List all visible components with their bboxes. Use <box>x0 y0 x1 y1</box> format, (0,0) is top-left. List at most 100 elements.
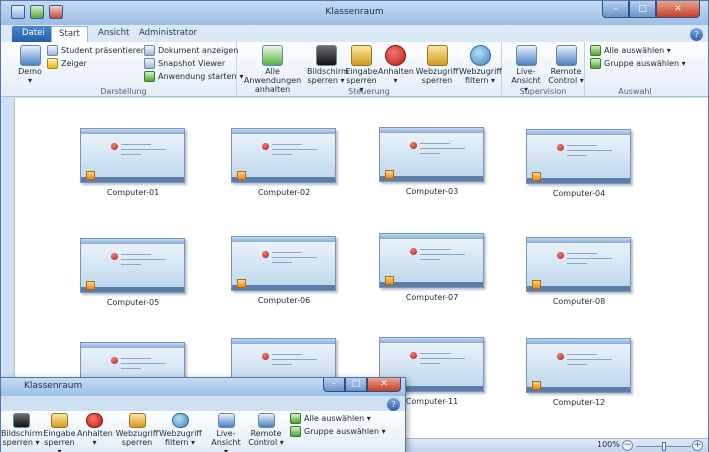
second-minimize-button[interactable]: – <box>323 378 345 392</box>
gruppe-auswaehlen-label: Gruppe auswählen ▾ <box>604 59 686 68</box>
remote-label: Remote <box>550 67 582 76</box>
group-label-darstellung: Darstellung <box>100 87 147 96</box>
second-ribbon: Bildschirm sperren ▾ Eingabe sperren ▾ A… <box>1 411 405 452</box>
second-remote-control-icon <box>257 413 275 428</box>
stop-apps-icon <box>262 45 283 66</box>
remote-control-button[interactable]: Remote Control ▾ <box>548 45 584 85</box>
web-lock-icon <box>426 45 448 66</box>
group-steuerung: Alle Anwendungen anhalten Bildschirm spe… <box>237 42 502 97</box>
zeiger-label: Zeiger <box>61 59 87 68</box>
second-screen-lock-icon <box>12 413 30 428</box>
webzugriff-sperren-button[interactable]: Webzugriff sperren <box>415 45 459 85</box>
minimize-button[interactable]: – <box>602 1 629 18</box>
demo-icon <box>19 45 41 66</box>
second-live-ansicht-button[interactable]: Live-Ansicht ▾ <box>205 413 247 452</box>
close-button[interactable]: ✕ <box>656 1 700 18</box>
bildschirm-sperren-label: sperren ▾ <box>307 76 345 85</box>
second-webzugriff-filtern-button[interactable]: Webzugriff filtern ▾ <box>159 413 202 447</box>
second-remote-label: Remote <box>250 429 282 438</box>
second-help-icon[interactable]: ? <box>387 398 400 411</box>
alle-auswaehlen-button[interactable]: Alle auswählen ▾ <box>590 45 671 56</box>
screen-lock-icon <box>315 45 337 66</box>
zoom-level: 100% <box>597 440 620 449</box>
computer-screen-thumbnail[interactable] <box>231 236 336 291</box>
second-select-group-icon <box>290 426 301 437</box>
tab-start[interactable]: Start <box>51 26 88 42</box>
second-webzugriff-filter-label: Webzugriff <box>159 429 202 438</box>
lock-icon <box>237 279 246 288</box>
second-bildschirm-label: Bildschirm <box>1 429 43 438</box>
second-window-controls: – □ ✕ <box>323 378 401 392</box>
lock-icon <box>86 171 95 180</box>
second-web-lock-icon <box>128 413 146 428</box>
second-eingabe-sperren-button[interactable]: Eingabe sperren ▾ <box>43 413 76 452</box>
anwendung-starten-label: Anwendung starten <box>158 72 237 81</box>
select-all-icon <box>590 45 601 56</box>
computer-screen-thumbnail[interactable] <box>379 127 484 182</box>
anhalten-button[interactable]: Anhalten ▾ <box>378 45 414 85</box>
title-bar[interactable]: Klassenraum – □ ✕ <box>1 1 708 25</box>
snapshot-viewer-label: Snapshot Viewer <box>158 59 226 68</box>
dokument-anzeigen-button[interactable]: Dokument anzeigen <box>144 45 238 56</box>
zoom-slider-handle[interactable] <box>661 442 666 451</box>
anhalten-dropdown-arrow: ▾ <box>393 76 398 85</box>
lock-icon <box>385 170 394 179</box>
zoom-in-button[interactable]: + <box>692 440 703 451</box>
computer-name-label: Computer-07 <box>405 293 459 302</box>
computer-screen-thumbnail[interactable] <box>379 233 484 288</box>
zeiger-button[interactable]: Zeiger <box>47 58 87 69</box>
dokument-anzeigen-label: Dokument anzeigen <box>158 46 239 55</box>
ribbon: Demo▾ Student präsentieren ▾ Zeiger Doku… <box>1 42 708 97</box>
second-window-title-bar[interactable]: Klassenraum – □ ✕ <box>1 378 405 396</box>
demo-button[interactable]: Demo ▾ <box>13 45 47 85</box>
computer-screen-thumbnail[interactable] <box>80 128 185 183</box>
student-icon <box>47 45 58 56</box>
second-gruppe-auswaehlen-label: Gruppe auswählen ▾ <box>304 427 386 436</box>
second-close-button[interactable]: ✕ <box>367 378 401 392</box>
stop-icon <box>385 45 406 66</box>
anwendung-starten-button[interactable]: Anwendung starten ▾ <box>144 71 244 82</box>
computer-name-label: Computer-04 <box>552 189 606 198</box>
help-icon[interactable]: ? <box>690 28 703 41</box>
group-label-steuerung: Steuerung <box>348 87 390 96</box>
group-label-auswahl: Auswahl <box>618 87 652 96</box>
remote-control-icon <box>555 45 577 66</box>
bildschirm-sperren-button[interactable]: Bildschirm sperren ▾ <box>307 45 349 85</box>
student-praesentieren-button[interactable]: Student präsentieren ▾ <box>47 45 153 56</box>
lock-icon <box>532 381 541 390</box>
tab-datei[interactable]: Datei <box>12 26 55 42</box>
tab-administrator[interactable]: Administrator <box>129 26 207 42</box>
second-alle-auswaehlen-button[interactable]: Alle auswählen ▾ <box>290 413 371 424</box>
computer-name-label: Computer-03 <box>405 187 459 196</box>
window-controls: – □ ✕ <box>602 1 700 18</box>
gruppe-auswaehlen-button[interactable]: Gruppe auswählen ▾ <box>590 58 686 69</box>
webzugriff-filtern-button[interactable]: Webzugriff filtern ▾ <box>459 45 502 85</box>
live-ansicht-label: Live-Ansicht <box>511 67 541 85</box>
second-bildschirm-sperren-label: sperren ▾ <box>2 438 40 447</box>
lock-icon <box>532 172 541 181</box>
maximize-button[interactable]: □ <box>629 1 656 18</box>
computer-screen-thumbnail[interactable] <box>80 238 185 293</box>
zoom-out-button[interactable]: − <box>622 440 633 451</box>
demo-label: Demo <box>18 67 42 76</box>
computer-screen-thumbnail[interactable] <box>231 128 336 183</box>
snapshot-viewer-button[interactable]: Snapshot Viewer <box>144 58 225 69</box>
second-web-filter-icon <box>171 413 189 428</box>
second-remote-control-button[interactable]: Remote Control ▾ <box>248 413 284 447</box>
computer-screen-thumbnail[interactable] <box>526 338 631 393</box>
second-webzugriff-label: Webzugriff <box>115 429 159 438</box>
second-webzugriff-sperren-button[interactable]: Webzugriff sperren <box>115 413 159 447</box>
webzugriff-filtern-label: filtern ▾ <box>464 76 496 85</box>
second-anhalten-button[interactable]: Anhalten ▾ <box>77 413 113 447</box>
second-maximize-button[interactable]: □ <box>345 378 367 392</box>
eingabe-label: Eingabe <box>345 67 378 76</box>
second-anhalten-dropdown-arrow: ▾ <box>92 438 97 447</box>
lock-icon <box>86 281 95 290</box>
select-group-icon <box>590 58 601 69</box>
computer-screen-thumbnail[interactable] <box>526 237 631 292</box>
second-bildschirm-sperren-button[interactable]: Bildschirm sperren ▾ <box>1 413 43 447</box>
ribbon-tabs: Datei Start Ansicht Administrator ? <box>1 25 708 42</box>
computer-screen-thumbnail[interactable] <box>526 129 631 184</box>
second-gruppe-auswaehlen-button[interactable]: Gruppe auswählen ▾ <box>290 426 386 437</box>
group-label-supervision: Supervision <box>519 87 567 96</box>
